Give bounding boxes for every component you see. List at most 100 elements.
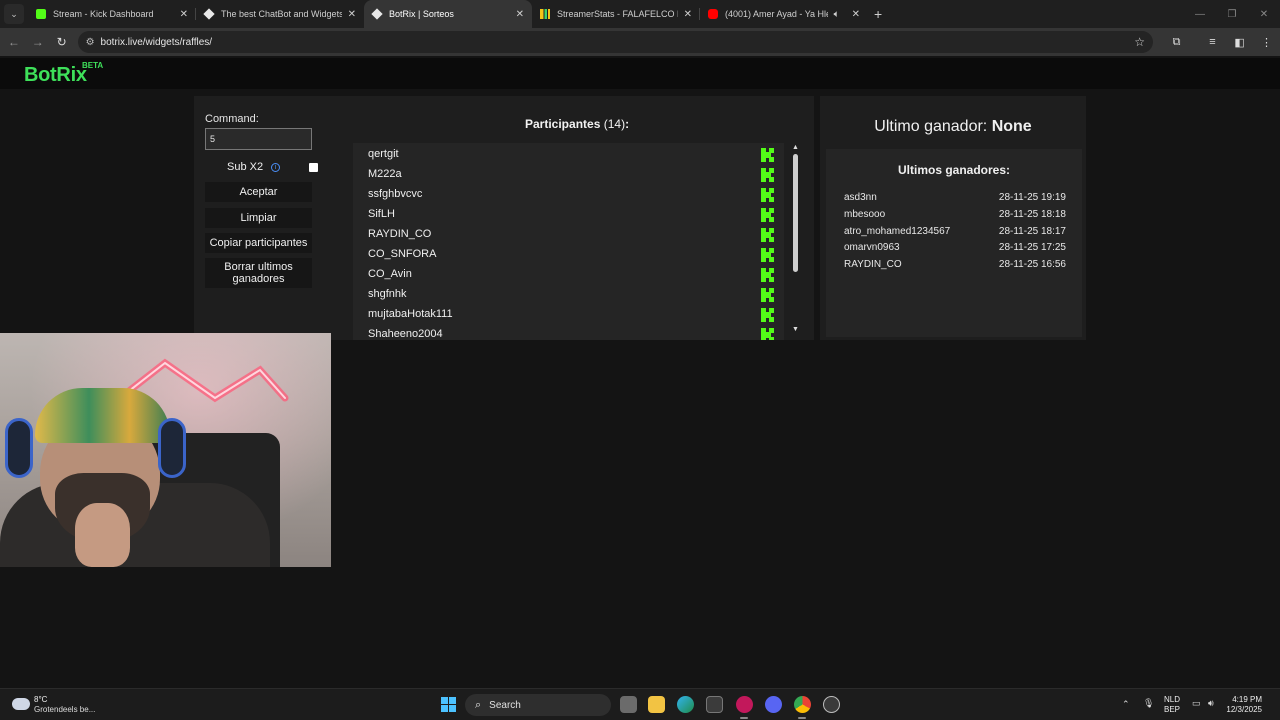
tab-botrix-home[interactable]: The best ChatBot and Widgets ✕ — [196, 0, 364, 28]
site-info-icon[interactable]: ⚙ — [86, 37, 95, 48]
participant-name: CO_SNFORA — [368, 248, 437, 260]
back-icon[interactable]: ← — [2, 30, 26, 54]
tab-youtube[interactable]: (4001) Amer Ayad - Ya Hley 🔈︎ ✕ — [700, 0, 868, 28]
tray-overflow-icon[interactable]: ⌃ — [1122, 699, 1130, 710]
tab-streamerstats[interactable]: StreamerStats - FALAFELCO Pro ✕ — [532, 0, 700, 28]
profile-icon[interactable]: ◧ — [1226, 30, 1253, 54]
bookmark-star-icon[interactable]: ☆ — [1134, 35, 1145, 49]
microphone-icon[interactable]: 🎙︎ — [1143, 698, 1154, 709]
delete-last-winners-button[interactable]: Borrar ultimos ganadores — [205, 258, 312, 288]
reload-icon[interactable]: ↻ — [50, 30, 74, 54]
participants-title: Participantes (14): — [525, 117, 629, 131]
discord-icon[interactable] — [765, 696, 782, 713]
url-text[interactable]: botrix.live/widgets/raffles/ — [101, 37, 1135, 48]
address-bar[interactable]: ⚙ botrix.live/widgets/raffles/ ☆ — [77, 31, 1154, 53]
windows-start-icon[interactable] — [441, 697, 456, 712]
winner-date: 28-11-25 17:25 — [998, 242, 1066, 254]
tab-title: BotRix | Sorteos — [389, 9, 454, 19]
clock-time: 4:19 PM — [1232, 695, 1262, 704]
participant-row[interactable]: CO_Avin — [353, 265, 784, 285]
volume-icon[interactable]: 🔊︎ — [1208, 698, 1214, 709]
scroll-thumb[interactable] — [793, 154, 798, 272]
participant-row[interactable]: qertgit — [353, 145, 784, 165]
forward-icon[interactable]: → — [26, 30, 50, 54]
participant-row[interactable]: M222a — [353, 165, 784, 185]
tab-title: StreamerStats - FALAFELCO Pro — [557, 9, 678, 19]
participants-count: (14) — [603, 117, 626, 131]
kick-favicon-icon — [36, 9, 46, 19]
file-explorer-icon[interactable] — [648, 696, 665, 713]
windows-taskbar: 8°C Grotendeels be... ⌕ Search ⌃ 🎙︎ NLD … — [0, 688, 1280, 720]
new-tab-icon[interactable]: + — [874, 6, 882, 22]
menu-icon[interactable]: ⋮ — [1253, 30, 1280, 54]
speaker-icon[interactable]: 🔈︎ — [834, 9, 840, 20]
participants-list[interactable]: qertgit M222a ssfghbvcvc SifLH RAYDIN_CO CO_S… — [353, 143, 784, 340]
botrix-favicon-icon — [371, 8, 383, 20]
winner-date: 28-11-25 19:19 — [998, 192, 1066, 203]
close-window-icon[interactable]: ✕ — [1248, 0, 1280, 28]
media-controls-icon[interactable]: ≡ — [1199, 30, 1226, 54]
system-clock[interactable]: 4:19 PM 12/3/2025 — [1222, 695, 1262, 715]
minimize-icon[interactable]: — — [1184, 0, 1216, 28]
participant-name: SifLH — [368, 208, 395, 220]
scroll-down-arrow-icon[interactable]: ▼ — [792, 326, 799, 333]
winner-date: 28-11-25 18:18 — [998, 208, 1066, 220]
participant-row[interactable]: Shaheeno2004 — [353, 325, 784, 340]
participant-name: ssfghbvcvc — [368, 188, 423, 200]
accept-button[interactable]: Aceptar — [205, 182, 312, 202]
weather-cloud-icon[interactable] — [12, 698, 30, 710]
winners-panel: Ultimo ganador: None Ultimos ganadores: … — [820, 96, 1086, 340]
weather-description[interactable]: Grotendeels be... — [34, 705, 95, 714]
edge-icon[interactable] — [677, 696, 694, 713]
clear-button[interactable]: Limpiar — [205, 208, 312, 228]
task-view-icon[interactable] — [620, 696, 637, 713]
tab-kick-dashboard[interactable]: Stream - Kick Dashboard ✕ — [28, 0, 196, 28]
opera-gx-icon[interactable] — [736, 696, 753, 713]
chrome-icon[interactable] — [794, 696, 811, 713]
participant-row[interactable]: shgfnhk — [353, 285, 784, 305]
scroll-up-arrow-icon[interactable]: ▲ — [792, 144, 799, 151]
participant-name: mujtabaHotak111 — [368, 308, 453, 320]
tab-close-icon[interactable]: ✕ — [684, 9, 692, 20]
command-input[interactable] — [205, 128, 312, 150]
kick-icon — [761, 208, 774, 222]
app-active-indicator — [798, 717, 806, 719]
app-icon[interactable] — [823, 696, 840, 713]
participant-row[interactable]: SifLH — [353, 205, 784, 225]
window-controls: — ❐ ✕ — [1184, 0, 1280, 28]
tab-close-icon[interactable]: ✕ — [852, 9, 860, 20]
search-icon: ⌕ — [475, 698, 482, 711]
layout-code: BEP — [1163, 705, 1180, 714]
last-winner-heading: Ultimo ganador: None — [820, 118, 1086, 136]
sub-x2-checkbox[interactable] — [309, 163, 318, 172]
input-language[interactable]: NLD BEP — [1160, 695, 1184, 715]
copy-participants-button[interactable]: Copiar participantes — [205, 233, 312, 253]
tab-close-icon[interactable]: ✕ — [348, 9, 356, 20]
botrix-favicon-icon — [203, 8, 215, 20]
participant-row[interactable]: mujtabaHotak111 — [353, 305, 784, 325]
headphone-left — [5, 418, 33, 478]
kick-icon — [761, 148, 774, 162]
search-label: Search — [489, 699, 521, 711]
participant-row[interactable]: RAYDIN_CO — [353, 225, 784, 245]
webcam-person-hand — [75, 503, 130, 567]
botrix-logo[interactable]: BotRix — [24, 64, 87, 87]
tab-close-icon[interactable]: ✕ — [180, 9, 188, 20]
maximize-icon[interactable]: ❐ — [1216, 0, 1248, 28]
tab-close-icon[interactable]: ✕ — [516, 9, 524, 20]
participant-row[interactable]: ssfghbvcvc — [353, 185, 784, 205]
info-icon[interactable]: i — [271, 163, 280, 172]
tab-search-menu-icon[interactable]: ⌄ — [4, 4, 24, 24]
kick-icon — [761, 228, 774, 242]
weather-temperature[interactable]: 8°C — [34, 695, 47, 704]
taskbar-search[interactable]: ⌕ Search — [465, 694, 611, 716]
tab-botrix-sorteos[interactable]: BotRix | Sorteos ✕ — [364, 0, 532, 28]
network-icon[interactable]: ▭ — [1192, 698, 1201, 709]
participants-title-text: Participantes — [525, 117, 601, 131]
site-header: BotRix BETA — [0, 58, 1280, 89]
participant-row[interactable]: CO_SNFORA — [353, 245, 784, 265]
store-icon[interactable] — [706, 696, 723, 713]
last-winner-value: None — [991, 118, 1032, 135]
participants-scrollbar[interactable]: ▲ ▼ — [792, 144, 800, 336]
extensions-icon[interactable]: ⧉ — [1163, 30, 1190, 54]
